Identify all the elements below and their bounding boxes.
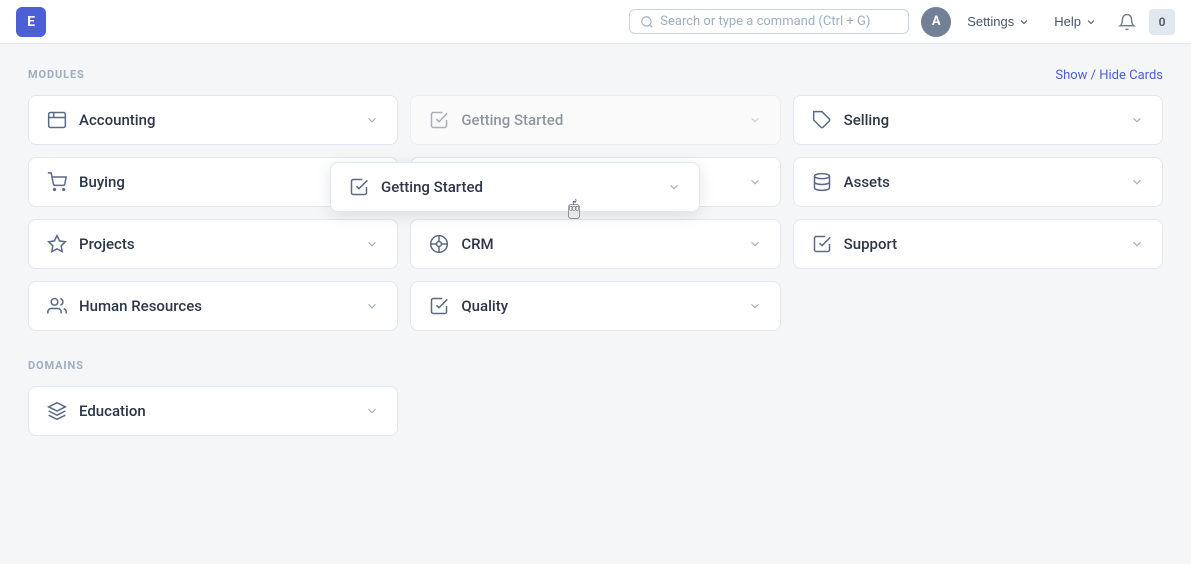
chevron-down-icon [365,404,379,418]
main-content: Show / Hide Cards MODULES Accounting Get… [0,44,1191,460]
app-logo[interactable]: E [16,7,46,37]
module-name-education: Education [79,402,146,420]
show-hide-cards-link[interactable]: Show / Hide Cards [1055,68,1163,83]
search-bar[interactable]: Search or type a command (Ctrl + G) [629,9,909,34]
projects-icon [47,234,67,254]
module-name-buying: Buying [79,173,125,191]
chevron-down-icon [748,113,762,127]
module-card-support[interactable]: Support [793,219,1163,269]
domains-section: DOMAINS Education [28,359,1163,436]
module-card-human-resources[interactable]: Human Resources [28,281,398,331]
chevron-down-icon [1085,16,1097,28]
module-name-projects: Projects [79,235,135,253]
dropdown-module-name: Getting Started [381,178,483,196]
chevron-down-icon [748,175,762,189]
chevron-down-icon [365,299,379,313]
chevron-down-icon [1130,237,1144,251]
settings-button[interactable]: Settings [959,10,1038,33]
domains-section-label: DOMAINS [28,359,1163,372]
check-square-icon [429,110,449,130]
check-square-icon [349,177,369,197]
assets-icon [812,172,832,192]
chevron-down-icon [1130,175,1144,189]
crm-icon [429,234,449,254]
modules-grid: Accounting Getting Started [28,95,1163,331]
tag-icon [812,110,832,130]
help-button[interactable]: Help [1046,10,1105,33]
notification-badge: 0 [1149,9,1175,35]
module-card-assets[interactable]: Assets [793,157,1163,207]
getting-started-dropdown[interactable]: Getting Started [330,162,700,212]
notification-icon[interactable] [1113,8,1141,36]
support-icon [812,234,832,254]
module-name-human-resources: Human Resources [79,297,202,315]
navbar-right: A Settings Help 0 [921,7,1175,37]
module-card-education[interactable]: Education [28,386,398,436]
hr-icon [47,296,67,316]
modules-section-label: MODULES [28,68,1163,81]
chevron-down-icon [1018,16,1030,28]
education-icon [47,401,67,421]
module-name-getting-started: Getting Started [461,111,563,129]
search-icon [640,15,654,29]
quality-icon [429,296,449,316]
navbar: E Search or type a command (Ctrl + G) A … [0,0,1191,44]
buying-icon [47,172,67,192]
module-name-support: Support [844,235,897,253]
accounting-icon [47,110,67,130]
module-card-projects[interactable]: Projects [28,219,398,269]
module-name-quality: Quality [461,297,508,315]
chevron-down-icon [365,113,379,127]
module-name-selling: Selling [844,111,889,129]
module-card-quality[interactable]: Quality [410,281,780,331]
chevron-down-icon [748,299,762,313]
chevron-down-icon [365,237,379,251]
module-name-accounting: Accounting [79,111,155,129]
module-card-selling[interactable]: Selling [793,95,1163,145]
module-name-assets: Assets [844,173,890,191]
chevron-down-icon [748,237,762,251]
module-card-getting-started-bg[interactable]: Getting Started [410,95,780,145]
module-card-crm[interactable]: CRM [410,219,780,269]
module-name-crm: CRM [461,235,493,253]
avatar[interactable]: A [921,7,951,37]
search-placeholder: Search or type a command (Ctrl + G) [660,14,870,29]
module-card-accounting[interactable]: Accounting [28,95,398,145]
chevron-down-icon [1130,113,1144,127]
chevron-down-icon [667,180,681,194]
